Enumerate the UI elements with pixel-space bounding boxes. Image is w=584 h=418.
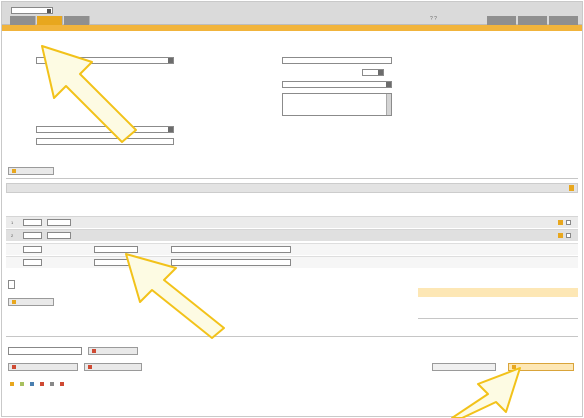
reference-input[interactable] — [8, 347, 82, 355]
delivery-value — [363, 70, 364, 75]
form-row-supplier — [8, 57, 174, 64]
edit-icon[interactable] — [558, 233, 563, 238]
legend-swatch — [40, 382, 44, 386]
contact-select[interactable] — [36, 126, 174, 133]
row-checkbox[interactable] — [566, 233, 571, 238]
add-position-icon[interactable] — [569, 185, 574, 191]
tab-right-2[interactable] — [518, 16, 547, 25]
add-icon — [92, 349, 96, 353]
customer-number-select[interactable] — [282, 81, 392, 88]
legend-item — [30, 382, 35, 386]
secondary-action-button[interactable] — [8, 363, 78, 371]
row-checkbox[interactable] — [566, 220, 571, 225]
legend-item — [40, 382, 45, 386]
submit-icon — [512, 365, 516, 369]
supplier-value — [37, 58, 39, 63]
description-input[interactable] — [171, 259, 291, 266]
language-select[interactable] — [11, 6, 53, 14]
legend-item — [60, 382, 65, 386]
cost-center-input[interactable] — [36, 138, 174, 145]
language-switch — [8, 6, 53, 14]
qty-input[interactable] — [23, 259, 42, 266]
positions-header-actions — [567, 185, 574, 191]
add-reference-button[interactable] — [88, 347, 138, 355]
tab-right-1[interactable] — [487, 16, 516, 25]
positions-header — [6, 183, 578, 193]
remarks-textarea[interactable] — [282, 93, 392, 116]
unit-select[interactable] — [47, 232, 71, 239]
qty-input[interactable] — [23, 232, 42, 239]
legend-swatch — [20, 382, 24, 386]
table-row: 2 — [6, 229, 578, 241]
legend-item — [10, 382, 15, 386]
qty-input[interactable] — [23, 219, 42, 226]
tab-main-3[interactable] — [64, 16, 90, 25]
divider — [6, 336, 578, 337]
voucher-icon — [12, 300, 16, 304]
language-value — [12, 8, 13, 13]
row-pos: 1 — [11, 220, 14, 225]
legend-swatch — [10, 382, 14, 386]
form-row-order-no — [216, 57, 392, 64]
question-icon[interactable]: ? ? — [430, 16, 437, 22]
contact-value — [37, 127, 39, 132]
legend-swatch — [50, 382, 54, 386]
form-row-delivery — [332, 69, 384, 76]
action-icon — [88, 365, 92, 369]
save-icon — [12, 169, 16, 173]
order-number-input[interactable] — [282, 57, 392, 64]
positions-table-header — [6, 199, 578, 216]
main-tabs — [10, 16, 90, 25]
description-input[interactable] — [171, 246, 291, 253]
empty-row — [6, 256, 578, 268]
legend-item — [20, 382, 25, 386]
disabled-action-button[interactable] — [432, 363, 496, 371]
tab-right-3[interactable] — [549, 16, 578, 25]
summary-row — [418, 279, 578, 288]
tab-main-1[interactable] — [10, 16, 36, 25]
right-tabs — [487, 16, 578, 25]
customer-number-value — [283, 82, 285, 87]
voucher-input[interactable] — [8, 280, 15, 289]
form-row-contact — [8, 126, 174, 133]
action-icon — [12, 365, 16, 369]
edit-icon[interactable] — [558, 220, 563, 225]
summary-row — [418, 306, 578, 315]
summary-row-total — [418, 320, 578, 329]
delivery-select[interactable] — [362, 69, 384, 76]
supplier-select[interactable] — [36, 57, 174, 64]
tab-main-2[interactable] — [37, 16, 63, 25]
empty-row — [6, 243, 578, 255]
summary-row — [418, 288, 578, 297]
top-bar: ? ? — [2, 2, 582, 25]
brand-logo — [530, 6, 576, 15]
submit-order-button[interactable] — [508, 363, 574, 371]
form-row-cost-center — [8, 138, 174, 145]
form-row-customer-no — [216, 81, 392, 88]
legend-swatch — [60, 382, 64, 386]
status-legend — [10, 382, 65, 386]
tertiary-action-button[interactable] — [84, 363, 142, 371]
voucher-button[interactable] — [8, 298, 54, 306]
save-button[interactable] — [8, 167, 54, 175]
legend-swatch — [30, 382, 34, 386]
sub-navigation — [2, 25, 582, 31]
summary-divider — [418, 318, 578, 319]
article-input[interactable] — [94, 246, 138, 253]
qty-input[interactable] — [23, 246, 42, 253]
article-input[interactable] — [94, 259, 138, 266]
divider — [6, 178, 578, 179]
unit-select[interactable] — [47, 219, 71, 226]
form-row-remarks — [216, 93, 392, 116]
row-pos: 2 — [11, 233, 14, 238]
legend-item — [50, 382, 55, 386]
table-row: 1 — [6, 216, 578, 228]
